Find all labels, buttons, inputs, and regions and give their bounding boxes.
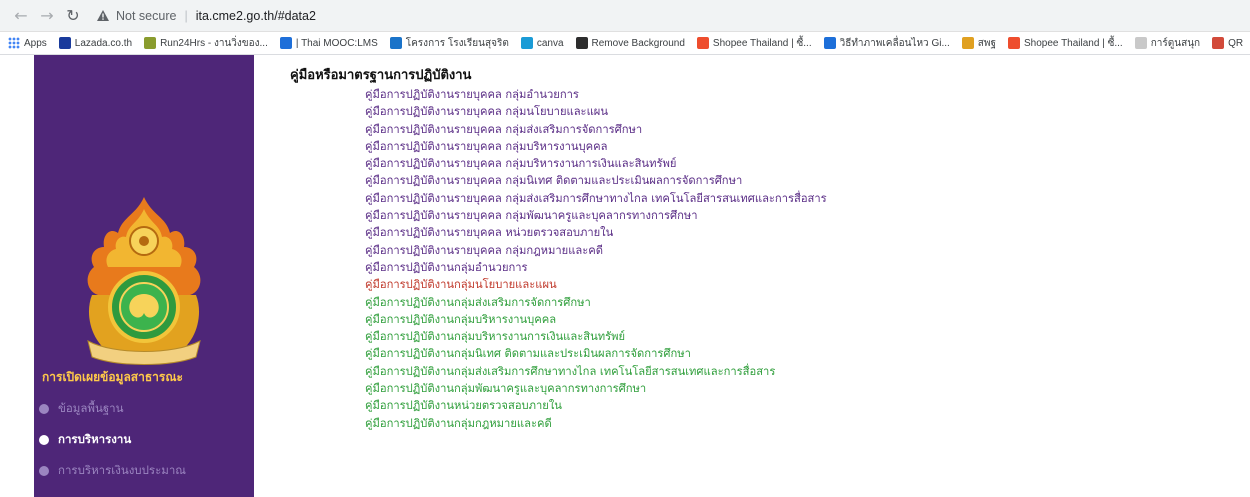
bookmark-label: Apps [24, 37, 47, 49]
shopee-icon [1008, 37, 1020, 49]
bookmark-item[interactable]: Apps [8, 37, 47, 49]
sidebar-item-budget[interactable]: การบริหารเงินงบประมาณ [34, 462, 254, 480]
document-link[interactable]: คู่มือการปฏิบัติงานกลุ่มส่งเสริมการจัดกา… [365, 294, 1240, 311]
sidebar: การเปิดเผยข้อมูลสาธารณะ ข้อมูลพื้นฐาน กา… [34, 55, 254, 497]
back-arrow-icon[interactable]: ← [10, 5, 32, 27]
document-link[interactable]: คู่มือการปฏิบัติงานกลุ่มนิเทศ ติดตามและป… [365, 345, 1240, 362]
bookmark-item[interactable]: สพฐ [961, 36, 996, 51]
bookmark-label: QR [1228, 37, 1244, 49]
document-link[interactable]: คู่มือการปฏิบัติงานรายบุคคล หน่วยตรวจสอบ… [365, 224, 1240, 241]
document-link[interactable]: คู่มือการปฏิบัติงานกลุ่มบริหารงานการเงิน… [365, 328, 1240, 345]
canva-icon [520, 37, 533, 49]
warning-triangle-icon [97, 10, 109, 21]
document-link[interactable]: คู่มือการปฏิบัติงานกลุ่มพัฒนาครูและบุคลา… [365, 380, 1240, 397]
bookmarks-bar: Apps Lazada.co.th Run24Hrs - งานวิ่งของ...… [0, 32, 1250, 55]
obec-emblem-logo [87, 197, 201, 365]
document-link[interactable]: คู่มือการปฏิบัติงานกลุ่มนโยบายและแผน [365, 276, 1240, 293]
address-separator: | [184, 8, 188, 23]
document-link[interactable]: คู่มือการปฏิบัติงานรายบุคคล กลุ่มนิเทศ ต… [365, 172, 1240, 189]
lazada-icon [58, 37, 71, 49]
apps-grid-icon [8, 37, 20, 49]
thaimooc-icon [279, 37, 292, 49]
sidebar-item-label: การบริหารงาน [58, 432, 132, 446]
document-link[interactable]: คู่มือการปฏิบัติงานรายบุคคล กลุ่มส่งเสริ… [365, 190, 1240, 207]
bookmark-label: Remove Background [591, 37, 685, 49]
bookmark-label: Run24Hrs - งานวิ่งของ... [160, 37, 268, 49]
bookmark-item[interactable]: canva [520, 37, 564, 49]
bullet-icon [39, 435, 49, 445]
bookmark-item[interactable]: Shopee Thailand | ซื้... [1008, 36, 1123, 51]
bookmark-item[interactable]: Run24Hrs - งานวิ่งของ... [144, 36, 268, 51]
document-link[interactable]: คู่มือการปฏิบัติงานกลุ่มกฎหมายและคดี [365, 415, 1240, 432]
reload-icon[interactable]: ↻ [62, 5, 84, 27]
bookmark-label: Shopee Thailand | ซื้... [1024, 37, 1123, 49]
sidebar-item-label: การบริหารเงินงบประมาณ [58, 463, 186, 477]
sidebar-item-label: ข้อมูลพื้นฐาน [58, 401, 124, 415]
sidebar-heading: การเปิดเผยข้อมูลสาธารณะ [42, 370, 183, 384]
document-link[interactable]: คู่มือการปฏิบัติงานรายบุคคล กลุ่มบริหารง… [365, 138, 1240, 155]
document-link[interactable]: คู่มือการปฏิบัติงานกลุ่มอำนวยการ [365, 259, 1240, 276]
document-link[interactable]: คู่มือการปฏิบัติงานรายบุคคล กลุ่มนโยบายแ… [365, 103, 1240, 120]
document-link[interactable]: คู่มือการปฏิบัติงานรายบุคคล กลุ่มบริหารง… [365, 155, 1240, 172]
bookmark-item[interactable]: การ์ตูนสนุก [1134, 36, 1201, 51]
gif-icon [823, 37, 836, 49]
address-bar[interactable]: Not secure | ita.cme2.go.th/#data2 [96, 4, 316, 28]
bullet-icon [39, 466, 49, 476]
bookmark-label: | Thai MOOC:LMS [295, 37, 378, 49]
bookmark-label: วิธีทำภาพเคลื่อนไหว Gi... [839, 37, 950, 49]
browser-toolbar: ← → ↻ Not secure | ita.cme2.go.th/#data2 [0, 0, 1250, 32]
school-icon [389, 37, 402, 49]
bookmark-label: การ์ตูนสนุก [1150, 37, 1201, 49]
document-list: คู่มือการปฏิบัติงานรายบุคคล กลุ่มอำนวยกา… [290, 86, 1240, 432]
run-icon [144, 37, 157, 49]
main-content: คู่มือหรือมาตรฐานการปฏิบัติงาน คู่มือการ… [290, 64, 1240, 432]
bookmark-item[interactable]: Remove Background [575, 37, 685, 49]
bookmark-item[interactable]: | Thai MOOC:LMS [279, 37, 378, 49]
bookmark-item[interactable]: Shopee Thailand | ซื้... [696, 36, 812, 51]
shopee-icon [696, 37, 709, 49]
bookmark-item[interactable]: QR [1212, 37, 1243, 49]
bookmark-label: โครงการ โรงเรียนสุจริต [405, 37, 509, 49]
sidebar-item-basic-info[interactable]: ข้อมูลพื้นฐาน [34, 400, 254, 418]
document-link[interactable]: คู่มือการปฏิบัติงานรายบุคคล กลุ่มพัฒนาคร… [365, 207, 1240, 224]
web-page: การเปิดเผยข้อมูลสาธารณะ ข้อมูลพื้นฐาน กา… [0, 55, 1250, 497]
forward-arrow-icon[interactable]: → [36, 5, 58, 27]
qr-icon [1212, 37, 1225, 49]
document-link[interactable]: คู่มือการปฏิบัติงานรายบุคคล กลุ่มกฎหมายแ… [365, 242, 1240, 259]
sidebar-item-administration[interactable]: การบริหารงาน [34, 431, 254, 449]
bookmark-item[interactable]: โครงการ โรงเรียนสุจริต [389, 36, 509, 51]
bookmark-label: Shopee Thailand | ซื้... [712, 37, 812, 49]
bullet-icon [39, 404, 49, 414]
page-title: คู่มือหรือมาตรฐานการปฏิบัติงาน [290, 68, 472, 83]
document-link[interactable]: คู่มือการปฏิบัติงานหน่วยตรวจสอบภายใน [365, 397, 1240, 414]
cartoon-icon [1134, 37, 1147, 49]
bookmark-item[interactable]: วิธีทำภาพเคลื่อนไหว Gi... [823, 36, 950, 51]
bookmark-label: สพฐ [977, 37, 996, 49]
url-text[interactable]: ita.cme2.go.th/#data2 [196, 9, 316, 23]
document-link[interactable]: คู่มือการปฏิบัติงานรายบุคคล กลุ่มส่งเสริ… [365, 121, 1240, 138]
document-link[interactable]: คู่มือการปฏิบัติงานกลุ่มส่งเสริมการศึกษา… [365, 363, 1240, 380]
removebg-icon [575, 37, 588, 49]
bookmark-label: Lazada.co.th [74, 37, 133, 49]
document-link[interactable]: คู่มือการปฏิบัติงานรายบุคคล กลุ่มอำนวยกา… [365, 86, 1240, 103]
security-label: Not secure [116, 8, 177, 23]
bookmark-label: canva [536, 37, 564, 49]
bookmark-item[interactable]: Lazada.co.th [58, 37, 133, 49]
obec-icon [961, 37, 974, 49]
document-link[interactable]: คู่มือการปฏิบัติงานกลุ่มบริหารงานบุคคล [365, 311, 1240, 328]
